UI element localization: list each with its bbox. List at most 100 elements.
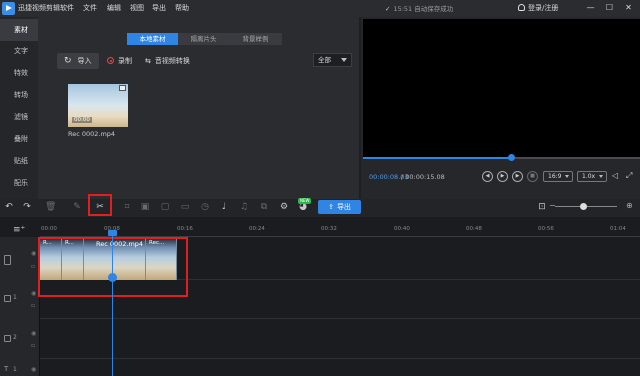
- picture-track-icon: [4, 335, 11, 342]
- video-track-icon: [4, 255, 11, 265]
- mosaic-icon[interactable]: ▣: [140, 202, 150, 213]
- sidebar-item-filters[interactable]: 滤镜: [0, 106, 38, 128]
- sidebar-item-music[interactable]: 配乐: [0, 172, 38, 194]
- media-item-name: Rec 0002.mp4: [68, 130, 116, 138]
- eye-icon[interactable]: ◉: [31, 366, 36, 373]
- sidebar-item-text[interactable]: 文字: [0, 40, 38, 62]
- eye-icon[interactable]: ◉: [31, 330, 36, 337]
- split-tool-highlight: [88, 194, 112, 216]
- clip-highlight: [38, 237, 188, 297]
- app-title: 迅捷视频剪辑软件: [18, 4, 74, 12]
- media-filter-select[interactable]: 全部: [313, 53, 352, 67]
- ruler-tick: 00:48: [466, 226, 482, 232]
- media-type-icon: [119, 85, 126, 91]
- redo-icon[interactable]: ↷: [22, 202, 32, 213]
- media-item-duration: 00:00: [72, 117, 92, 123]
- track-label: 1: [13, 366, 17, 373]
- playback-speed-select[interactable]: 1.0x: [577, 171, 607, 182]
- undo-icon[interactable]: ↶: [4, 202, 14, 213]
- preview-progress-fill: [363, 157, 510, 159]
- ruler-tick: 00:16: [177, 226, 193, 232]
- crop-icon[interactable]: ⌗: [122, 202, 132, 213]
- ruler-tick: 00:40: [394, 226, 410, 232]
- preview-progress-handle[interactable]: [508, 154, 515, 161]
- stop-icon[interactable]: ■: [527, 171, 538, 182]
- aspect-ratio-value: 16:9: [548, 173, 562, 180]
- sidebar-item-transitions[interactable]: 转场: [0, 84, 38, 106]
- ruler-tick: 00:24: [249, 226, 265, 232]
- picture-track-icon: [4, 295, 11, 302]
- microphone-icon[interactable]: ♩: [219, 202, 229, 213]
- lock-icon[interactable]: ▫: [31, 342, 35, 349]
- filter-value: 全部: [318, 56, 331, 64]
- restore-icon[interactable]: ☐: [603, 1, 616, 15]
- import-label: 导入: [77, 57, 92, 65]
- tab-local-material[interactable]: 本地素材: [127, 33, 178, 45]
- previous-frame-icon[interactable]: ◀: [482, 171, 493, 182]
- menu-edit[interactable]: 编辑: [107, 3, 121, 13]
- record-icon: [107, 57, 114, 64]
- settings-icon[interactable]: ⚙: [279, 202, 289, 213]
- import-button[interactable]: ↻ 导入: [57, 53, 99, 69]
- playhead-line: [112, 234, 113, 376]
- add-track-icon[interactable]: ≡⁺: [13, 225, 25, 235]
- menu-export[interactable]: 导出: [152, 3, 166, 13]
- eye-icon[interactable]: ◉: [31, 250, 36, 257]
- speed-icon[interactable]: ◷: [200, 202, 210, 213]
- ruler-tick: 00:32: [321, 226, 337, 232]
- convert-icon: ⇆: [145, 57, 151, 65]
- edit-icon[interactable]: ✎: [72, 202, 82, 213]
- duration-icon[interactable]: ▭: [180, 202, 190, 213]
- new-badge: NEW: [298, 198, 312, 204]
- text-track-icon: T: [4, 365, 9, 373]
- eye-icon[interactable]: ◉: [31, 290, 36, 297]
- playback-speed-value: 1.0x: [582, 173, 596, 180]
- autosave-text: 15:51 自动保存成功: [393, 5, 454, 13]
- chevron-down-icon: [599, 175, 603, 178]
- freeze-frame-icon[interactable]: ▢: [160, 202, 170, 213]
- zoom-slider-handle[interactable]: [580, 203, 587, 210]
- ruler-tick: 00:56: [538, 226, 554, 232]
- minimize-icon[interactable]: —: [584, 1, 597, 15]
- zoom-in-icon[interactable]: ⊕: [626, 201, 633, 210]
- ruler-tick: 01:04: [610, 226, 626, 232]
- chevron-down-icon: [565, 175, 569, 178]
- play-icon[interactable]: ▶: [497, 171, 508, 182]
- tab-intro-clips[interactable]: 隔离片头: [178, 33, 229, 45]
- preview-screen: [363, 19, 640, 157]
- login-button[interactable]: 登录/注册: [518, 3, 558, 13]
- menu-view[interactable]: 视图: [130, 3, 144, 13]
- tab-background-samples[interactable]: 背景样例: [229, 33, 282, 45]
- fullscreen-icon[interactable]: ⤢: [626, 171, 632, 181]
- export-button[interactable]: ⇪ 导出: [318, 200, 361, 214]
- sidebar-item-effects[interactable]: 特效: [0, 62, 38, 84]
- lock-icon[interactable]: ▫: [31, 263, 35, 270]
- fit-timeline-icon[interactable]: ⊡: [537, 202, 547, 213]
- ruler-tick: 00:00: [41, 226, 57, 232]
- playhead-handle[interactable]: [108, 230, 117, 236]
- sidebar-item-overlay[interactable]: 叠附: [0, 128, 38, 150]
- delete-icon[interactable]: 🗑: [45, 202, 56, 213]
- import-icon: ↻: [64, 56, 72, 66]
- login-label: 登录/注册: [528, 4, 559, 12]
- next-frame-icon[interactable]: ▶: [512, 171, 523, 182]
- menu-help[interactable]: 帮助: [175, 3, 189, 13]
- sidebar-item-material[interactable]: 素材: [0, 19, 38, 41]
- detach-audio-icon[interactable]: ⧉: [259, 202, 269, 213]
- autosave-status: ✓ 15:51 自动保存成功: [385, 3, 453, 13]
- record-button[interactable]: 录制: [107, 56, 132, 66]
- lock-icon[interactable]: ▫: [31, 302, 35, 309]
- chevron-down-icon: [341, 58, 347, 62]
- menu-file[interactable]: 文件: [83, 3, 97, 13]
- playhead-knob[interactable]: [108, 273, 117, 282]
- user-icon: [518, 4, 525, 11]
- aspect-ratio-select[interactable]: 16:9: [543, 171, 573, 182]
- convert-label: 音视频转换: [154, 57, 190, 65]
- volume-icon[interactable]: ◁: [612, 171, 618, 180]
- export-label: 导出: [336, 203, 351, 211]
- close-icon[interactable]: ✕: [622, 1, 635, 15]
- convert-button[interactable]: ⇆ 音视频转换: [145, 56, 190, 66]
- audio-icon[interactable]: ♫: [239, 202, 249, 213]
- sidebar-item-stickers[interactable]: 贴纸: [0, 150, 38, 172]
- app-logo-icon: [2, 2, 15, 15]
